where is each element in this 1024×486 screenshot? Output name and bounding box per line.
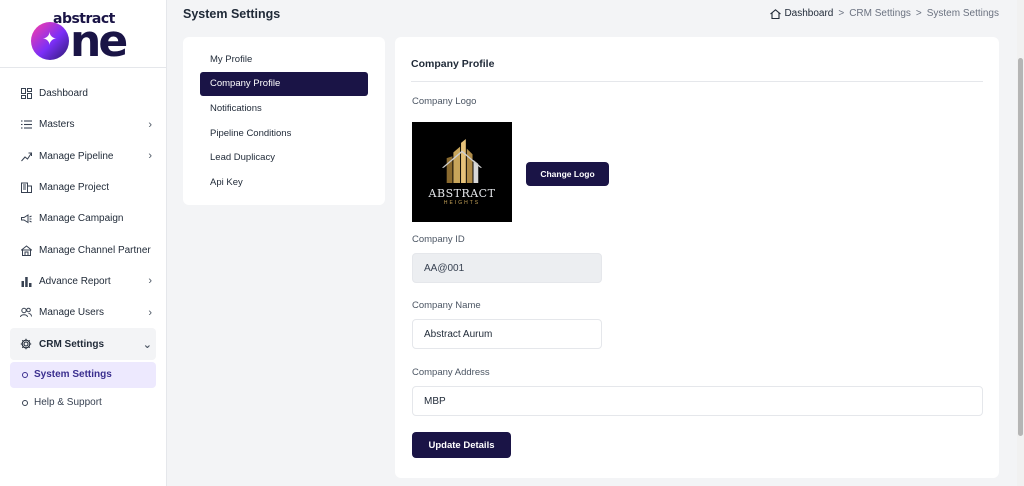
breadcrumb-separator: > bbox=[838, 8, 845, 19]
settings-submenu: My Profile Company Profile Notifications… bbox=[183, 37, 385, 205]
scrollbar-thumb[interactable] bbox=[1018, 58, 1023, 436]
sidebar-item-manage-channel-partner[interactable]: Manage Channel Partner bbox=[0, 234, 166, 265]
sidebar-item-label: Dashboard bbox=[39, 88, 88, 100]
sidebar-item-dashboard[interactable]: Dashboard bbox=[0, 78, 166, 109]
list-icon bbox=[20, 119, 32, 131]
sidebar-item-label: Manage Campaign bbox=[39, 213, 124, 225]
company-id-label: Company ID bbox=[412, 234, 465, 245]
logo-big-text: ne bbox=[31, 18, 128, 65]
bullet-circle-icon bbox=[22, 399, 28, 406]
submenu-notifications[interactable]: Notifications bbox=[200, 96, 368, 121]
users-icon bbox=[20, 307, 32, 319]
page-scrollbar[interactable] bbox=[1017, 0, 1024, 486]
brand-logo[interactable]: abstract ne bbox=[0, 0, 166, 68]
sidebar-item-label: Masters bbox=[39, 119, 75, 131]
submenu-api-key[interactable]: Api Key bbox=[200, 170, 368, 195]
change-logo-button[interactable]: Change Logo bbox=[526, 162, 609, 186]
pipeline-icon bbox=[20, 150, 32, 162]
sidebar-item-manage-users[interactable]: Manage Users › bbox=[0, 297, 166, 328]
sidebar-item-crm-settings[interactable]: CRM Settings ⌄ bbox=[10, 328, 156, 360]
chevron-right-icon: › bbox=[148, 150, 152, 163]
chevron-right-icon: › bbox=[148, 275, 152, 288]
chevron-down-icon: ⌄ bbox=[142, 338, 152, 351]
logo-brand-text: ABSTRACT bbox=[428, 186, 496, 200]
sidebar-subitem-label: System Settings bbox=[34, 369, 112, 381]
dashboard-icon bbox=[20, 88, 32, 100]
update-details-button[interactable]: Update Details bbox=[412, 432, 511, 458]
sidebar-item-label: Manage Pipeline bbox=[39, 150, 114, 162]
company-logo-image: ABSTRACT HEIGHTS bbox=[412, 122, 512, 222]
sidebar-item-label: Help & Support bbox=[34, 397, 102, 409]
company-profile-card: Company Profile Company Logo ABSTRACT HE… bbox=[395, 37, 999, 478]
chevron-right-icon: › bbox=[148, 306, 152, 319]
breadcrumb-system-settings: System Settings bbox=[926, 8, 999, 19]
sidebar-item-label: Advance Report bbox=[39, 275, 111, 287]
sidebar-item-label: Manage Users bbox=[39, 307, 105, 319]
sidebar-item-label: Manage Project bbox=[39, 182, 110, 194]
company-name-label: Company Name bbox=[412, 300, 481, 311]
submenu-my-profile[interactable]: My Profile bbox=[200, 47, 368, 72]
sidebar-nav: Dashboard Masters › Manage Pipeline › Ma… bbox=[0, 68, 166, 416]
megaphone-icon bbox=[20, 213, 32, 225]
sidebar-item-advance-report[interactable]: Advance Report › bbox=[0, 266, 166, 297]
breadcrumb-separator: > bbox=[915, 8, 922, 19]
company-address-input[interactable]: MBP bbox=[412, 386, 983, 416]
sidebar-item-help-support[interactable]: Help & Support bbox=[10, 390, 156, 416]
sidebar: abstract ne Dashboard Masters › Manage P… bbox=[0, 0, 167, 486]
page-title: System Settings bbox=[183, 7, 281, 21]
home-icon bbox=[770, 8, 782, 19]
bullet-circle-icon bbox=[22, 371, 28, 378]
card-title: Company Profile bbox=[411, 37, 983, 82]
sidebar-item-manage-project[interactable]: Manage Project bbox=[0, 172, 166, 203]
logo-sub-text: HEIGHTS bbox=[443, 199, 481, 206]
company-id-field: AA@001 bbox=[412, 253, 602, 283]
company-address-label: Company Address bbox=[412, 367, 490, 378]
submenu-pipeline-conditions[interactable]: Pipeline Conditions bbox=[200, 121, 368, 146]
breadcrumb-dashboard[interactable]: Dashboard bbox=[770, 8, 833, 19]
chevron-right-icon: › bbox=[148, 118, 152, 131]
bar-chart-icon bbox=[20, 275, 32, 287]
submenu-lead-duplicacy[interactable]: Lead Duplicacy bbox=[200, 145, 368, 170]
company-logo-label: Company Logo bbox=[412, 96, 477, 107]
logo-o-mark bbox=[31, 21, 69, 60]
sidebar-item-manage-campaign[interactable]: Manage Campaign bbox=[0, 203, 166, 234]
building-logo-icon bbox=[441, 138, 483, 183]
sidebar-item-label: CRM Settings bbox=[39, 338, 104, 350]
sidebar-item-masters[interactable]: Masters › bbox=[0, 109, 166, 140]
building-icon bbox=[20, 182, 32, 194]
sidebar-subitem-system-settings[interactable]: System Settings bbox=[10, 361, 156, 388]
partner-icon bbox=[20, 244, 32, 256]
submenu-company-profile[interactable]: Company Profile bbox=[200, 71, 368, 97]
sidebar-item-manage-pipeline[interactable]: Manage Pipeline › bbox=[0, 141, 166, 172]
breadcrumb-crm-settings[interactable]: CRM Settings bbox=[849, 8, 911, 19]
gear-icon bbox=[20, 338, 32, 350]
breadcrumb: Dashboard > CRM Settings > System Settin… bbox=[770, 8, 999, 19]
company-name-input[interactable]: Abstract Aurum bbox=[412, 319, 602, 349]
sidebar-item-label: Manage Channel Partner bbox=[39, 244, 151, 256]
